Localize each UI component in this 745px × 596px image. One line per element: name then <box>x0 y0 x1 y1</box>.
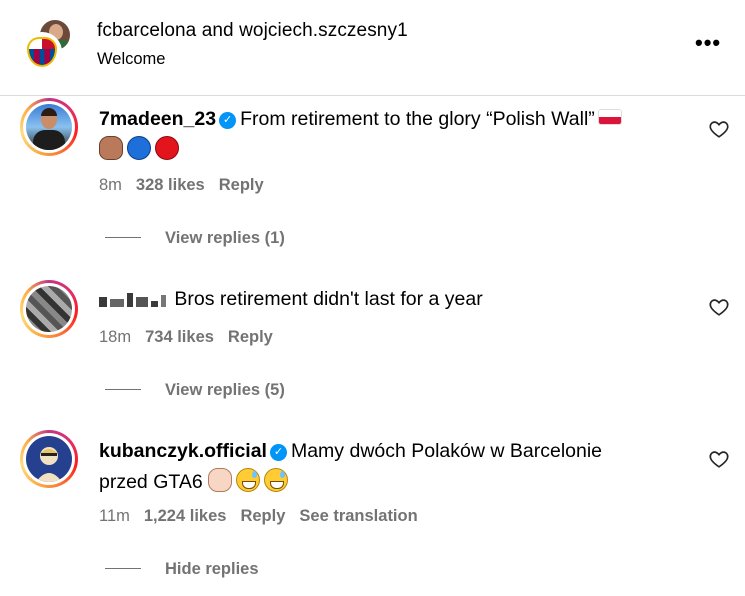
avatar[interactable] <box>20 430 78 488</box>
avatar-fcbarcelona[interactable] <box>22 32 62 72</box>
heart-outline-icon[interactable] <box>708 296 730 318</box>
collab-avatars[interactable] <box>22 18 78 72</box>
replies-divider <box>105 389 141 390</box>
reply-button[interactable]: Reply <box>219 176 264 194</box>
comment-text: From retirement to the glory “Polish Wal… <box>240 108 595 130</box>
comment-body: kubanczyk.official ✓ Mamy dwóch Polaków w … <box>99 436 602 498</box>
hide-replies-button[interactable]: Hide replies <box>105 560 259 579</box>
view-replies-label: View replies (5) <box>165 381 285 399</box>
goalkeeper-glove-icon <box>99 136 123 160</box>
more-options-icon[interactable]: ••• <box>695 30 721 56</box>
post-caption: Welcome <box>97 50 166 68</box>
replies-divider <box>105 568 141 569</box>
comment-meta: 11m 1,224 likes Reply See translation <box>99 507 432 526</box>
poland-flag-icon <box>598 110 621 124</box>
post-header: fcbarcelona and wojciech.szczesny1 Welco… <box>0 0 745 96</box>
verified-badge-icon: ✓ <box>269 444 287 461</box>
comment-text: Bros retirement didn't last for a year <box>174 288 483 310</box>
reply-button[interactable]: Reply <box>228 328 273 346</box>
avatar[interactable] <box>20 280 78 338</box>
grinning-sweat-icon <box>264 468 289 492</box>
comment-meta: 8m 328 likes Reply <box>99 176 278 195</box>
comment-time: 8m <box>99 176 122 194</box>
avatar[interactable] <box>20 98 78 156</box>
view-replies-label: View replies (1) <box>165 229 285 247</box>
grinning-sweat-icon <box>236 468 261 492</box>
post-authors[interactable]: fcbarcelona and wojciech.szczesny1 <box>97 20 408 42</box>
comment-time: 11m <box>99 507 130 525</box>
comment-text-line2: przed GTA6 <box>99 471 203 493</box>
verified-badge-icon: ✓ <box>219 112 237 129</box>
comment-likes[interactable]: 734 likes <box>145 328 214 346</box>
replies-divider <box>105 237 141 238</box>
comment-meta: 18m 734 likes Reply <box>99 328 287 347</box>
view-replies-button[interactable]: View replies (5) <box>105 381 285 400</box>
view-replies-button[interactable]: View replies (1) <box>105 229 285 248</box>
comment-username[interactable]: kubanczyk.official <box>99 440 267 462</box>
comment-body: 7madeen_23 ✓ From retirement to the glory … <box>99 104 621 166</box>
comment-text: Mamy dwóch Polaków w Barcelonie <box>290 440 603 462</box>
heart-outline-icon[interactable] <box>708 118 730 140</box>
see-translation-button[interactable]: See translation <box>299 507 417 525</box>
clapping-hands-icon <box>208 468 233 492</box>
comment-likes[interactable]: 328 likes <box>136 176 205 194</box>
heart-outline-icon[interactable] <box>708 448 730 470</box>
comment-body: Bros retirement didn't last for a year <box>99 284 483 317</box>
hide-replies-label: Hide replies <box>165 560 259 578</box>
blurred-username[interactable] <box>99 286 169 317</box>
reply-button[interactable]: Reply <box>240 507 285 525</box>
comment-username[interactable]: 7madeen_23 <box>99 108 216 130</box>
blue-circle-icon <box>127 136 151 160</box>
red-circle-icon <box>155 136 179 160</box>
comment-likes[interactable]: 1,224 likes <box>144 507 227 525</box>
blurred-avatar <box>26 286 72 332</box>
comment-time: 18m <box>99 328 132 346</box>
